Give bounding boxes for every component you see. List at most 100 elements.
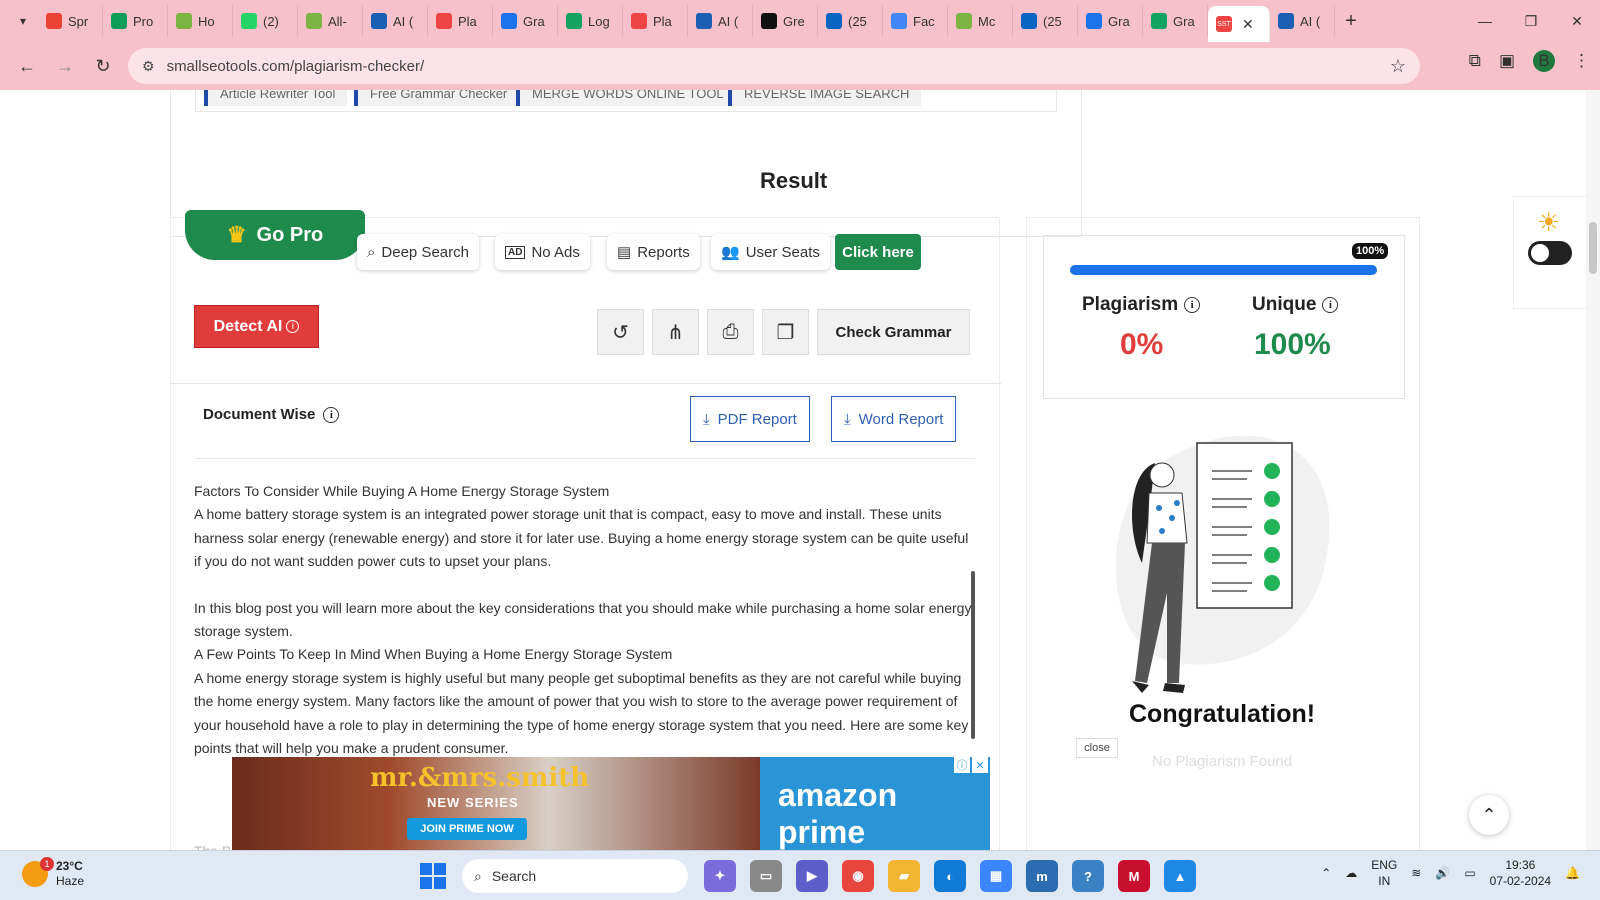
tab-11[interactable]: Gre — [753, 5, 818, 37]
task-view-icon[interactable]: ▭ — [750, 860, 782, 892]
tool-link-merge-words[interactable]: MERGE WORDS ONLINE TOOL — [516, 90, 736, 106]
meet-app-icon[interactable]: ▶ — [796, 860, 828, 892]
tool-link-grammar-checker[interactable]: Free Grammar Checker — [354, 90, 520, 106]
feature-no-ads[interactable]: AD No Ads — [495, 234, 590, 270]
mywebapp-icon[interactable]: m — [1026, 860, 1058, 892]
document-text[interactable]: Factors To Consider While Buying A Home … — [194, 480, 974, 760]
profile-avatar[interactable]: B — [1533, 50, 1555, 72]
maximize-button[interactable]: ❐ — [1508, 0, 1554, 42]
dark-mode-toggle[interactable] — [1528, 241, 1572, 265]
tab-4[interactable]: All- — [298, 5, 363, 37]
tab-search-dropdown[interactable]: ▾ — [8, 6, 38, 36]
mcafee-app-icon[interactable]: M — [1118, 860, 1150, 892]
print-button[interactable]: ⎙ — [707, 309, 754, 355]
tab-active[interactable]: SST ✕ — [1208, 6, 1270, 42]
go-pro-button[interactable]: ♛ Go Pro — [185, 210, 365, 260]
volume-icon[interactable]: 🔊 — [1435, 866, 1450, 880]
weather-widget[interactable]: 1 23°C Haze — [22, 857, 84, 889]
share-button[interactable]: ⋔ — [652, 309, 699, 355]
site-info-icon[interactable]: ⚙ — [142, 58, 155, 75]
document-scrollbar[interactable] — [971, 571, 975, 739]
temperature: 23°C — [56, 859, 83, 873]
clock[interactable]: 19:36 07-02-2024 — [1490, 857, 1551, 889]
bookmark-star-icon[interactable]: ☆ — [1390, 56, 1406, 77]
scroll-to-top-button[interactable]: ⌃ — [1469, 795, 1509, 835]
reset-button[interactable]: ↺ — [597, 309, 644, 355]
page-scrollbar-thumb[interactable] — [1589, 222, 1597, 274]
info-icon[interactable]: i — [1184, 297, 1201, 313]
tab-label: Pro — [133, 13, 154, 29]
side-panel-icon[interactable]: ▣ — [1499, 51, 1515, 71]
file-explorer-icon[interactable]: ▰ — [888, 860, 920, 892]
wifi-icon[interactable]: ≋ — [1411, 866, 1421, 880]
window-controls: — ❐ ✕ — [1462, 0, 1600, 42]
tool-link-article-rewriter[interactable]: Article Rewriter Tool — [204, 90, 348, 106]
tab-5[interactable]: AI ( — [363, 5, 428, 37]
detect-ai-button[interactable]: Detect AI i — [194, 305, 319, 348]
tab-10[interactable]: AI ( — [688, 5, 753, 37]
chevron-up-icon: ⌃ — [1481, 804, 1497, 825]
ad-info-icon[interactable]: ⓘ — [954, 757, 970, 773]
tab-16[interactable]: Gra — [1078, 5, 1143, 37]
tab-3[interactable]: (2) — [233, 5, 298, 37]
help-app-icon[interactable]: ? — [1072, 860, 1104, 892]
tab-8[interactable]: Log — [558, 5, 623, 37]
ad-banner[interactable]: mr.&mrs.smith NEW SERIES JOIN PRIME NOW … — [232, 757, 990, 850]
url-input[interactable]: ⚙ smallseotools.com/plagiarism-checker/ … — [128, 48, 1420, 84]
chevron-up-icon[interactable]: ⌃ — [1321, 866, 1331, 880]
feature-deep-search[interactable]: ⌕ Deep Search — [357, 234, 479, 270]
photos-app-icon[interactable]: ▲ — [1164, 860, 1196, 892]
close-window-button[interactable]: ✕ — [1554, 0, 1600, 42]
copy-button[interactable]: ❐ — [762, 309, 809, 355]
document-paragraph — [194, 574, 974, 597]
close-tab-icon[interactable]: ✕ — [1242, 16, 1254, 33]
tab-0[interactable]: Spr — [38, 5, 103, 37]
tab-12[interactable]: (25 — [818, 5, 883, 37]
menu-kebab-icon[interactable]: ⋮ — [1573, 51, 1590, 71]
word-report-button[interactable]: ⤓ Word Report — [831, 396, 957, 442]
language-indicator[interactable]: ENG IN — [1371, 857, 1397, 889]
ad-cta-button[interactable]: JOIN PRIME NOW — [407, 818, 527, 840]
new-tab-button[interactable]: + — [1335, 10, 1367, 33]
tab-17[interactable]: Gra — [1143, 5, 1208, 37]
tab-14[interactable]: Mc — [948, 5, 1013, 37]
battery-icon[interactable]: ▭ — [1464, 866, 1475, 880]
check-grammar-button[interactable]: Check Grammar — [817, 309, 970, 355]
copilot-app-icon[interactable]: ✦ — [704, 860, 736, 892]
tab-2[interactable]: Ho — [168, 5, 233, 37]
extensions-icon[interactable]: ⧉ — [1469, 51, 1481, 71]
page-scrollbar[interactable] — [1586, 90, 1600, 850]
tab-6[interactable]: Pla — [428, 5, 493, 37]
tab-1[interactable]: Pro — [103, 5, 168, 37]
tab-label: AI ( — [1300, 13, 1321, 29]
pdf-report-button[interactable]: ⤓ PDF Report — [690, 396, 810, 442]
taskbar-search[interactable]: ⌕ Search — [462, 859, 688, 893]
info-icon[interactable]: i — [1322, 297, 1339, 313]
tab-15[interactable]: (25 — [1013, 5, 1078, 37]
minimize-button[interactable]: — — [1462, 0, 1508, 42]
tab-9[interactable]: Pla — [623, 5, 688, 37]
feature-reports[interactable]: ▤ Reports — [607, 234, 700, 270]
onedrive-icon[interactable]: ☁ — [1345, 866, 1357, 880]
ad-close-icon[interactable]: ✕ — [972, 757, 988, 773]
tool-link-reverse-image[interactable]: REVERSE IMAGE SEARCH — [728, 90, 922, 106]
store-app-icon[interactable]: ▦ — [980, 860, 1012, 892]
windows-start-icon[interactable] — [420, 863, 446, 889]
tab-label: Pla — [653, 13, 672, 29]
forward-button[interactable]: → — [46, 47, 84, 85]
back-button[interactable]: ← — [8, 47, 46, 85]
reload-button[interactable]: ↻ — [84, 47, 122, 85]
tab-extra[interactable]: AI ( — [1270, 5, 1335, 37]
notification-bell-icon[interactable]: 🔔 — [1565, 866, 1580, 880]
click-here-button[interactable]: Click here — [835, 234, 921, 270]
chrome-app-icon[interactable]: ◉ — [842, 860, 874, 892]
info-icon[interactable]: i — [323, 406, 340, 423]
tab-13[interactable]: Fac — [883, 5, 948, 37]
tab-7[interactable]: Gra — [493, 5, 558, 37]
refresh-icon: ↺ — [612, 321, 629, 344]
edge-app-icon[interactable]: ◐ — [934, 860, 966, 892]
tab-favicon-icon — [956, 13, 972, 29]
close-ad-button[interactable]: close — [1076, 738, 1118, 758]
feature-user-seats[interactable]: 👥 User Seats — [711, 234, 830, 270]
document-overflow-line: The B — [194, 840, 231, 850]
